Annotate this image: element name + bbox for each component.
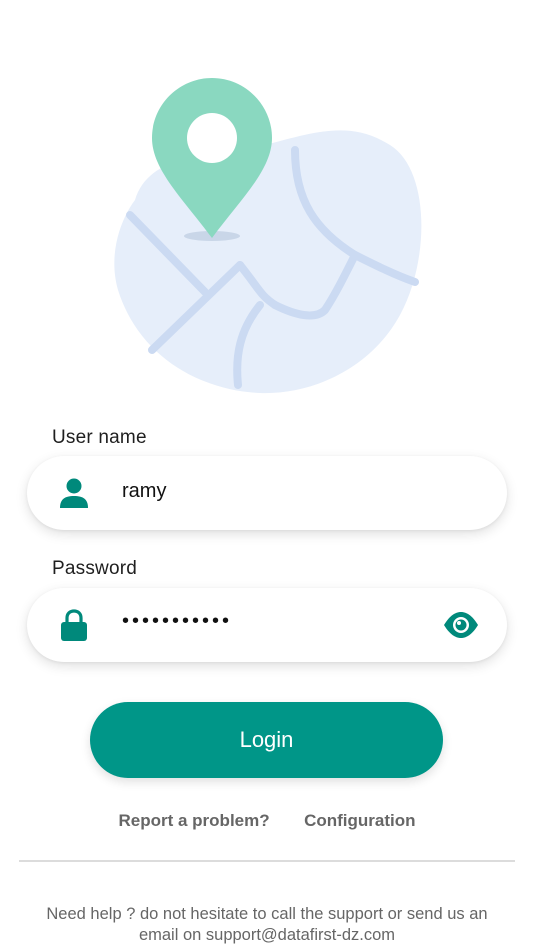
lock-icon [61, 609, 87, 641]
eye-icon[interactable] [443, 610, 479, 640]
password-value[interactable]: ••••••••••• [122, 610, 232, 633]
password-label: Password [52, 558, 138, 579]
help-text: Need help ? do not hesitate to call the … [46, 905, 488, 944]
configuration-link[interactable]: Configuration [304, 811, 415, 831]
username-label: User name [52, 427, 147, 448]
person-icon [60, 478, 88, 508]
password-field[interactable]: ••••••••••• [27, 588, 507, 662]
username-field[interactable]: ramy [27, 456, 507, 530]
map-pin-illustration [114, 78, 422, 394]
divider [19, 860, 515, 862]
login-button[interactable]: Login [90, 702, 443, 778]
report-problem-link[interactable]: Report a problem? [119, 811, 270, 831]
secondary-links: Report a problem? Configuration [0, 811, 534, 831]
username-value[interactable]: ramy [122, 480, 166, 503]
